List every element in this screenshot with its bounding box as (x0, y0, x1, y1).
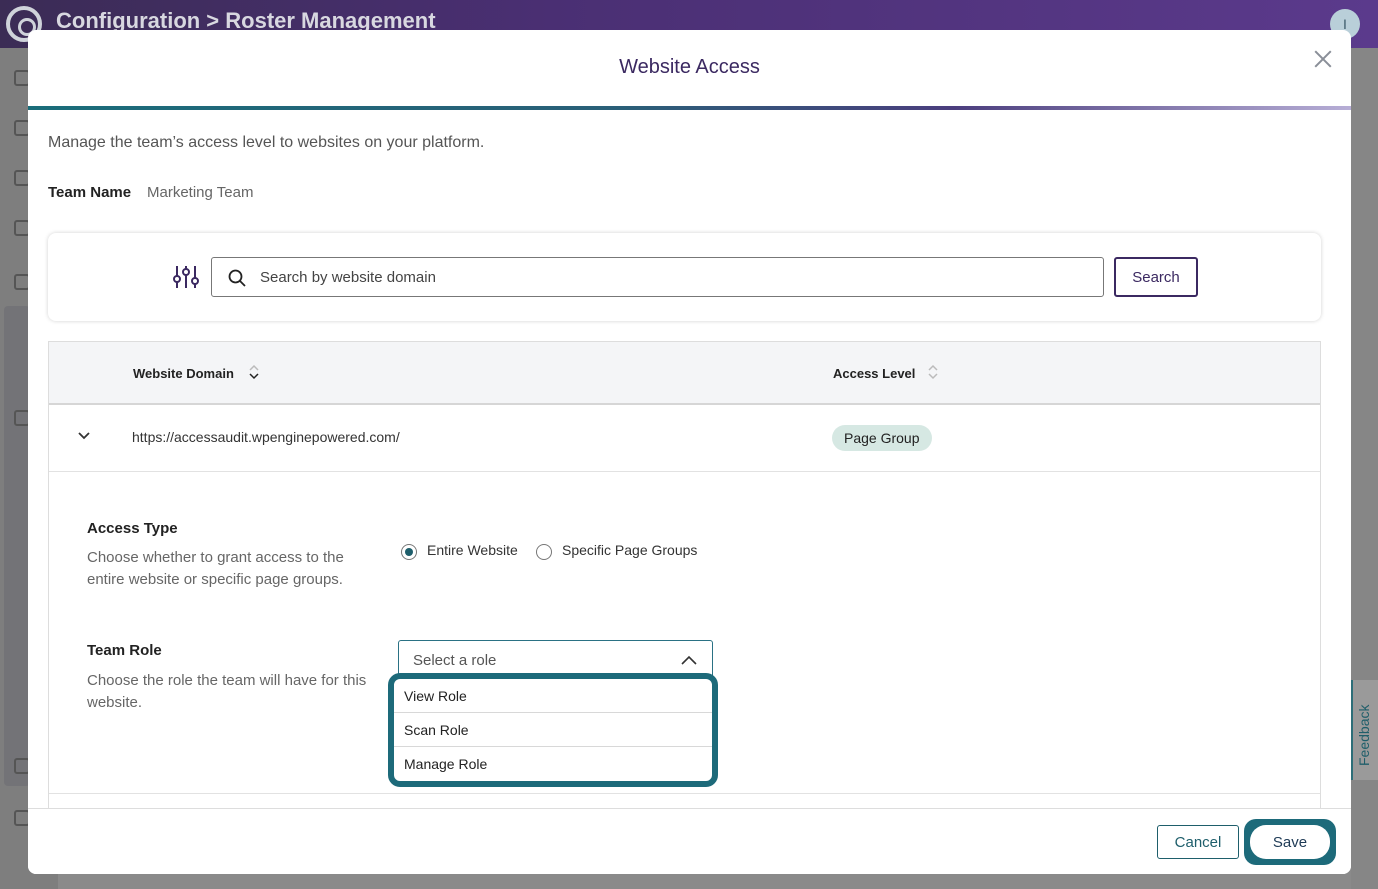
chevron-down-icon[interactable] (77, 431, 91, 441)
radio-label-specific-page-groups[interactable]: Specific Page Groups (562, 542, 697, 558)
modal-title: Website Access (619, 56, 760, 78)
search-icon (228, 269, 246, 287)
chevron-up-icon (681, 655, 697, 665)
sort-icon[interactable] (248, 362, 260, 382)
close-icon[interactable] (1312, 48, 1334, 70)
access-level-badge: Page Group (832, 425, 932, 451)
role-dropdown-menu: View Role Scan Role Manage Role (388, 673, 718, 787)
role-option-view[interactable]: View Role (394, 679, 712, 713)
save-button[interactable]: Save (1250, 825, 1330, 859)
search-card: Search (48, 233, 1321, 321)
header-divider (28, 106, 1351, 110)
cancel-button[interactable]: Cancel (1157, 825, 1239, 859)
website-domain: https://accessaudit.wpenginepowered.com/ (132, 429, 400, 445)
radio-specific-page-groups[interactable] (536, 544, 552, 560)
team-role-title: Team Role (87, 642, 162, 659)
access-type-title: Access Type (87, 520, 178, 537)
website-access-modal: Website Access Manage the team’s access … (28, 30, 1351, 874)
sort-icon[interactable] (927, 362, 939, 382)
radio-entire-website[interactable] (401, 544, 417, 560)
table-row: https://accessaudit.wpenginepowered.com/… (49, 405, 1320, 472)
column-header-access-level[interactable]: Access Level (833, 366, 915, 381)
search-button[interactable]: Search (1114, 257, 1198, 297)
sidebar-active-group (4, 306, 30, 786)
table-header: Website Domain Access Level (49, 342, 1320, 405)
modal-header: Website Access (28, 30, 1351, 110)
save-button-highlight: Save (1244, 819, 1336, 865)
radio-label-entire-website[interactable]: Entire Website (427, 542, 518, 558)
team-name-value: Marketing Team (147, 184, 254, 201)
team-name-label: Team Name (48, 184, 132, 201)
feedback-label: Feedback (1356, 704, 1372, 766)
team-role-description: Choose the role the team will have for t… (87, 672, 367, 711)
role-option-manage[interactable]: Manage Role (394, 747, 712, 781)
search-input[interactable] (260, 258, 1090, 296)
sliders-icon[interactable] (172, 264, 200, 290)
modal-footer: Cancel Save (28, 808, 1351, 874)
column-header-website-domain[interactable]: Website Domain (133, 366, 234, 381)
modal-description: Manage the team’s access level to websit… (48, 134, 485, 151)
role-select-placeholder: Select a role (413, 652, 497, 669)
role-option-scan[interactable]: Scan Role (394, 713, 712, 747)
search-field (211, 257, 1104, 297)
feedback-tab[interactable]: Feedback (1351, 680, 1378, 780)
access-type-description: Choose whether to grant access to the en… (87, 549, 344, 588)
